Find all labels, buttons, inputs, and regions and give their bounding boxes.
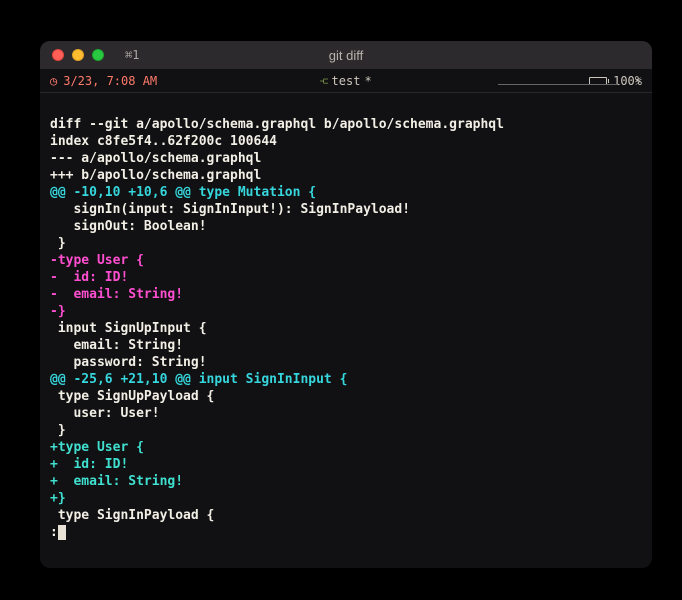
diff-context: email: String! xyxy=(50,338,183,353)
prompt-colon: : xyxy=(50,524,58,541)
branch-icon: ⑂ xyxy=(317,77,331,84)
clock-icon: ◷ xyxy=(50,74,57,88)
diff-addition: + id: ID! xyxy=(50,457,128,472)
diff-addition: +type User { xyxy=(50,440,144,455)
terminal-output[interactable]: diff --git a/apollo/schema.graphql b/apo… xyxy=(40,93,652,568)
diff-context: signOut: Boolean! xyxy=(50,219,207,234)
pager-prompt[interactable]: : xyxy=(50,524,642,541)
diff-to: +++ b/apollo/schema.graphql xyxy=(50,168,261,183)
branch-dirty-icon: * xyxy=(364,74,371,88)
cursor xyxy=(58,525,66,540)
diff-context: type SignUpPayload { xyxy=(50,389,214,404)
status-time-text: 3/23, 7:08 AM xyxy=(63,74,157,88)
zoom-icon[interactable] xyxy=(92,49,104,61)
diff-context: } xyxy=(50,236,66,251)
tab-label: ⌘1 xyxy=(125,48,139,62)
diff-hunk: @@ -10,10 +10,6 @@ type Mutation { xyxy=(50,185,316,200)
titlebar: ⌘1 git diff xyxy=(40,41,652,69)
status-branch: ⑂ test * xyxy=(320,74,371,88)
tab-indicator: ⌘1 xyxy=(122,48,139,62)
diff-context: password: String! xyxy=(50,355,207,370)
status-underline xyxy=(498,84,618,85)
window-controls xyxy=(40,49,104,61)
status-time: ◷ 3/23, 7:08 AM xyxy=(50,74,157,88)
status-bar: ◷ 3/23, 7:08 AM ⑂ test * 100% ⚡ xyxy=(40,69,652,93)
diff-context: signIn(input: SignInInput!): SignInPaylo… xyxy=(50,202,410,217)
diff-context: user: User! xyxy=(50,406,160,421)
close-icon[interactable] xyxy=(52,49,64,61)
diff-hunk: @@ -25,6 +21,10 @@ input SignInInput { xyxy=(50,372,347,387)
diff-deletion: -type User { xyxy=(50,253,144,268)
diff-index: index c8fe5f4..62f200c 100644 xyxy=(50,134,277,149)
battery-percent: 100% xyxy=(613,74,642,88)
diff-deletion: -} xyxy=(50,304,66,319)
diff-context: } xyxy=(50,423,66,438)
status-battery: 100% xyxy=(589,74,642,88)
diff-header: diff --git a/apollo/schema.graphql b/apo… xyxy=(50,117,504,132)
diff-context: type SignInPayload { xyxy=(50,508,214,523)
diff-from: --- a/apollo/schema.graphql xyxy=(50,151,261,166)
minimize-icon[interactable] xyxy=(72,49,84,61)
branch-name: test xyxy=(332,74,361,88)
terminal-window: ⌘1 git diff ◷ 3/23, 7:08 AM ⑂ test * 100… xyxy=(40,41,652,568)
diff-context: input SignUpInput { xyxy=(50,321,207,336)
diff-deletion: - id: ID! xyxy=(50,270,128,285)
diff-addition: + email: String! xyxy=(50,474,183,489)
diff-deletion: - email: String! xyxy=(50,287,183,302)
diff-addition: +} xyxy=(50,491,66,506)
